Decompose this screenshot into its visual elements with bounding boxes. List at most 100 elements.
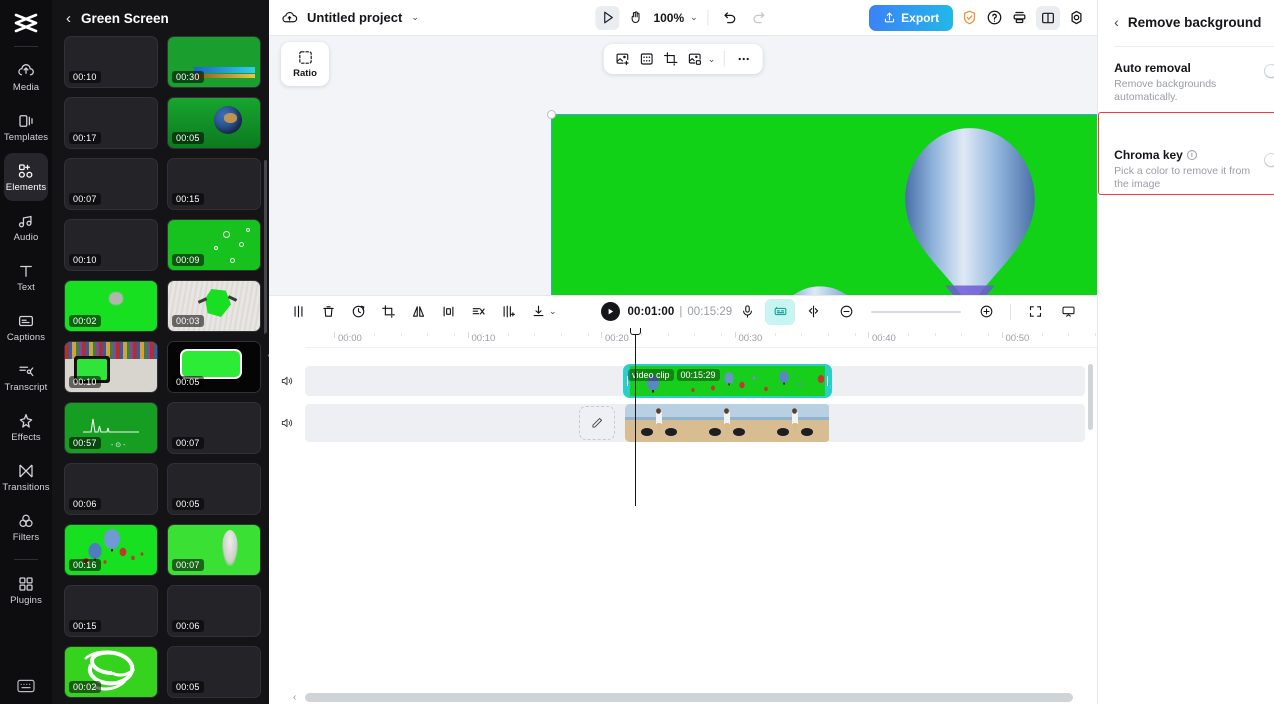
- library-item[interactable]: - ⊙ -00:57: [64, 402, 158, 454]
- library-item[interactable]: 00:09: [167, 219, 261, 271]
- library-item[interactable]: 00:05: [167, 646, 261, 698]
- sidebar-item-text[interactable]: Text: [4, 253, 48, 301]
- play-button[interactable]: [600, 302, 620, 321]
- library-item[interactable]: 00:05: [167, 97, 261, 149]
- present-screen-icon[interactable]: [1053, 299, 1083, 325]
- hand-icon[interactable]: [623, 6, 647, 30]
- plus-circle-icon[interactable]: [971, 299, 1001, 325]
- playhead[interactable]: [630, 327, 641, 506]
- edit-pen-icon[interactable]: [579, 405, 615, 440]
- fullscreen-icon[interactable]: [1020, 299, 1050, 325]
- sidebar-item-elements[interactable]: Elements: [4, 153, 48, 201]
- auto-removal-toggle[interactable]: [1264, 64, 1274, 78]
- chevron-left-icon[interactable]: ‹: [293, 692, 296, 703]
- sidebar-item-captions[interactable]: Captions: [4, 303, 48, 351]
- volume-icon[interactable]: [269, 374, 305, 388]
- chevron-down-icon[interactable]: ⌄: [411, 12, 419, 23]
- more-horizontal-icon[interactable]: [732, 48, 754, 70]
- split-layout-icon[interactable]: [1036, 5, 1061, 30]
- timeline-horizontal-scrollbar[interactable]: [305, 693, 1074, 702]
- library-item[interactable]: 00:07: [167, 402, 261, 454]
- printer-icon[interactable]: [1011, 9, 1028, 26]
- crop-clip-icon[interactable]: [373, 299, 403, 325]
- zoom-level[interactable]: 100%: [653, 11, 684, 25]
- timeline-vertical-scrollbar[interactable]: [1088, 363, 1094, 430]
- split-right-icon[interactable]: [493, 299, 523, 325]
- fit-frame-icon[interactable]: [636, 48, 658, 70]
- resize-handle-tl[interactable]: [547, 110, 556, 119]
- chevron-left-icon[interactable]: ‹: [66, 11, 71, 26]
- timeline-clip-beach[interactable]: [625, 403, 830, 442]
- zoom-slider[interactable]: [871, 310, 962, 313]
- sidebar-item-audio[interactable]: Audio: [4, 203, 48, 251]
- timeline-clip-video[interactable]: video clip 00:15:29: [623, 363, 832, 398]
- sidebar-item-templates[interactable]: Templates: [4, 103, 48, 151]
- library-scrollbar[interactable]: [264, 160, 267, 360]
- freeze-frame-icon[interactable]: [343, 299, 373, 325]
- timeline-ruler[interactable]: 00:00 00:10 00:20 00:30 00:40 00:50: [305, 328, 1098, 348]
- library-item[interactable]: 00:17: [64, 97, 158, 149]
- ruler-minor-tick: [427, 332, 429, 336]
- capcut-logo-icon[interactable]: [6, 6, 46, 40]
- library-item[interactable]: 00:30: [167, 36, 261, 88]
- library-item[interactable]: 00:03: [167, 280, 261, 332]
- chevron-down-icon[interactable]: ⌄: [549, 306, 557, 317]
- sidebar-item-media[interactable]: Media: [4, 53, 48, 101]
- mirror-icon[interactable]: [403, 299, 433, 325]
- shield-check-icon[interactable]: [961, 9, 978, 26]
- settings-gear-icon[interactable]: [1068, 9, 1085, 26]
- library-item[interactable]: 00:16: [64, 524, 158, 576]
- library-item[interactable]: 00:10: [64, 219, 158, 271]
- sidebar-item-plugins[interactable]: Plugins: [4, 566, 48, 614]
- chevron-down-icon[interactable]: ⌄: [690, 12, 698, 23]
- project-title[interactable]: Untitled project: [307, 10, 402, 25]
- export-button[interactable]: Export: [869, 4, 954, 31]
- sidebar-item-effects[interactable]: Effects: [4, 403, 48, 451]
- microphone-icon[interactable]: [732, 299, 762, 325]
- redo-icon[interactable]: [747, 6, 771, 30]
- library-item[interactable]: 00:15: [64, 585, 158, 637]
- add-image-icon[interactable]: [612, 48, 634, 70]
- library-item[interactable]: 00:15: [167, 158, 261, 210]
- add-marker-icon[interactable]: [798, 299, 828, 325]
- chevron-left-icon[interactable]: ‹: [1114, 14, 1119, 30]
- library-item[interactable]: 00:05: [167, 463, 261, 515]
- crop-icon[interactable]: [660, 48, 682, 70]
- library-item[interactable]: 00:06: [167, 585, 261, 637]
- keyboard-shortcuts-icon[interactable]: [0, 678, 52, 694]
- library-item[interactable]: 00:02: [64, 280, 158, 332]
- ruler-minor-tick: [908, 332, 910, 336]
- ruler-minor-tick: [534, 332, 536, 336]
- library-item[interactable]: 00:07: [64, 158, 158, 210]
- library-item[interactable]: 00:07: [167, 524, 261, 576]
- sidebar-item-filters[interactable]: Filters: [4, 503, 48, 551]
- top-toolbar: Untitled project ⌄ 100% ⌄ Export: [269, 0, 1098, 36]
- sidebar-item-transitions[interactable]: Transitions: [2, 453, 50, 501]
- chevron-down-icon[interactable]: ⌄: [708, 54, 716, 65]
- library-item[interactable]: 00:02: [64, 646, 158, 698]
- playhead-handle[interactable]: [630, 327, 641, 335]
- sidebar-item-transcript[interactable]: Transcript: [4, 353, 48, 401]
- library-item[interactable]: 00:10: [64, 341, 158, 393]
- video-preview-frame[interactable]: [547, 110, 1098, 295]
- info-circle-icon[interactable]: i: [1186, 150, 1197, 160]
- library-item[interactable]: 00:10: [64, 36, 158, 88]
- ratio-button[interactable]: Ratio: [281, 42, 329, 86]
- ruler-minor-tick: [934, 332, 936, 336]
- chroma-key-toggle[interactable]: [1264, 153, 1274, 167]
- minus-circle-icon[interactable]: [831, 299, 861, 325]
- delete-trash-icon[interactable]: [313, 299, 343, 325]
- remove-cut-icon[interactable]: [463, 299, 493, 325]
- volume-icon[interactable]: [269, 416, 305, 430]
- panel-collapse-handle[interactable]: ‹: [263, 332, 269, 378]
- replace-image-icon[interactable]: [684, 48, 706, 70]
- question-circle-icon[interactable]: [986, 9, 1003, 26]
- split-icon[interactable]: [283, 299, 313, 325]
- auto-captions-icon[interactable]: [765, 298, 796, 325]
- library-item[interactable]: 00:05: [167, 341, 261, 393]
- undo-icon[interactable]: [719, 6, 743, 30]
- library-item[interactable]: 00:06: [64, 463, 158, 515]
- flip-icon[interactable]: [433, 299, 463, 325]
- divider: [707, 9, 709, 26]
- cursor-arrow-icon[interactable]: [595, 5, 620, 30]
